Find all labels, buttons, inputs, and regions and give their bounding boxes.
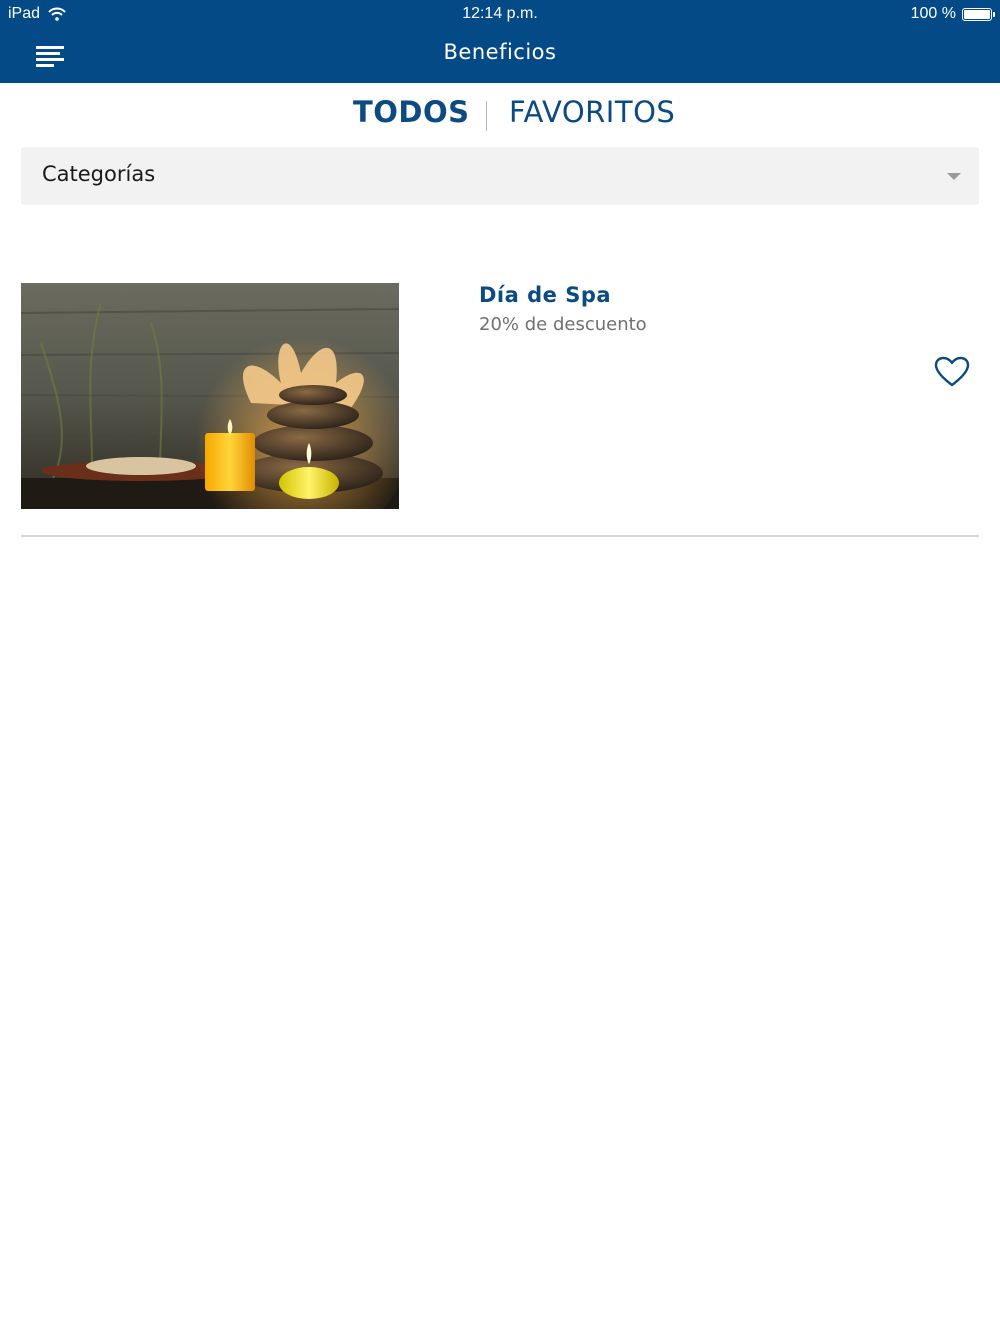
status-bar: iPad 12:14 p.m. 100 % xyxy=(0,0,1000,28)
tab-todos[interactable]: TODOS xyxy=(353,95,470,129)
chevron-down-icon xyxy=(947,173,961,180)
favorite-button[interactable] xyxy=(934,356,970,388)
benefit-title: Día de Spa xyxy=(479,283,612,307)
page-title: Beneficios xyxy=(443,40,557,64)
heart-outline-icon xyxy=(934,356,970,387)
benefit-image xyxy=(21,283,399,509)
category-dropdown[interactable]: Categorías xyxy=(21,147,979,205)
battery-icon xyxy=(962,7,995,21)
filter-tabs: TODOS FAVORITOS xyxy=(0,95,1000,135)
top-navigation-bar: Beneficios xyxy=(0,28,1000,83)
tab-divider xyxy=(486,101,487,131)
category-dropdown-label: Categorías xyxy=(42,162,156,186)
status-right: 100 % xyxy=(910,5,995,23)
benefit-list-item[interactable]: Día de Spa 20% de descuento xyxy=(21,283,979,536)
list-divider xyxy=(21,535,979,537)
status-time: 12:14 p.m. xyxy=(462,5,538,22)
battery-percent: 100 % xyxy=(910,5,956,22)
benefit-discount: 20% de descuento xyxy=(479,314,647,335)
tab-favoritos[interactable]: FAVORITOS xyxy=(509,95,675,129)
